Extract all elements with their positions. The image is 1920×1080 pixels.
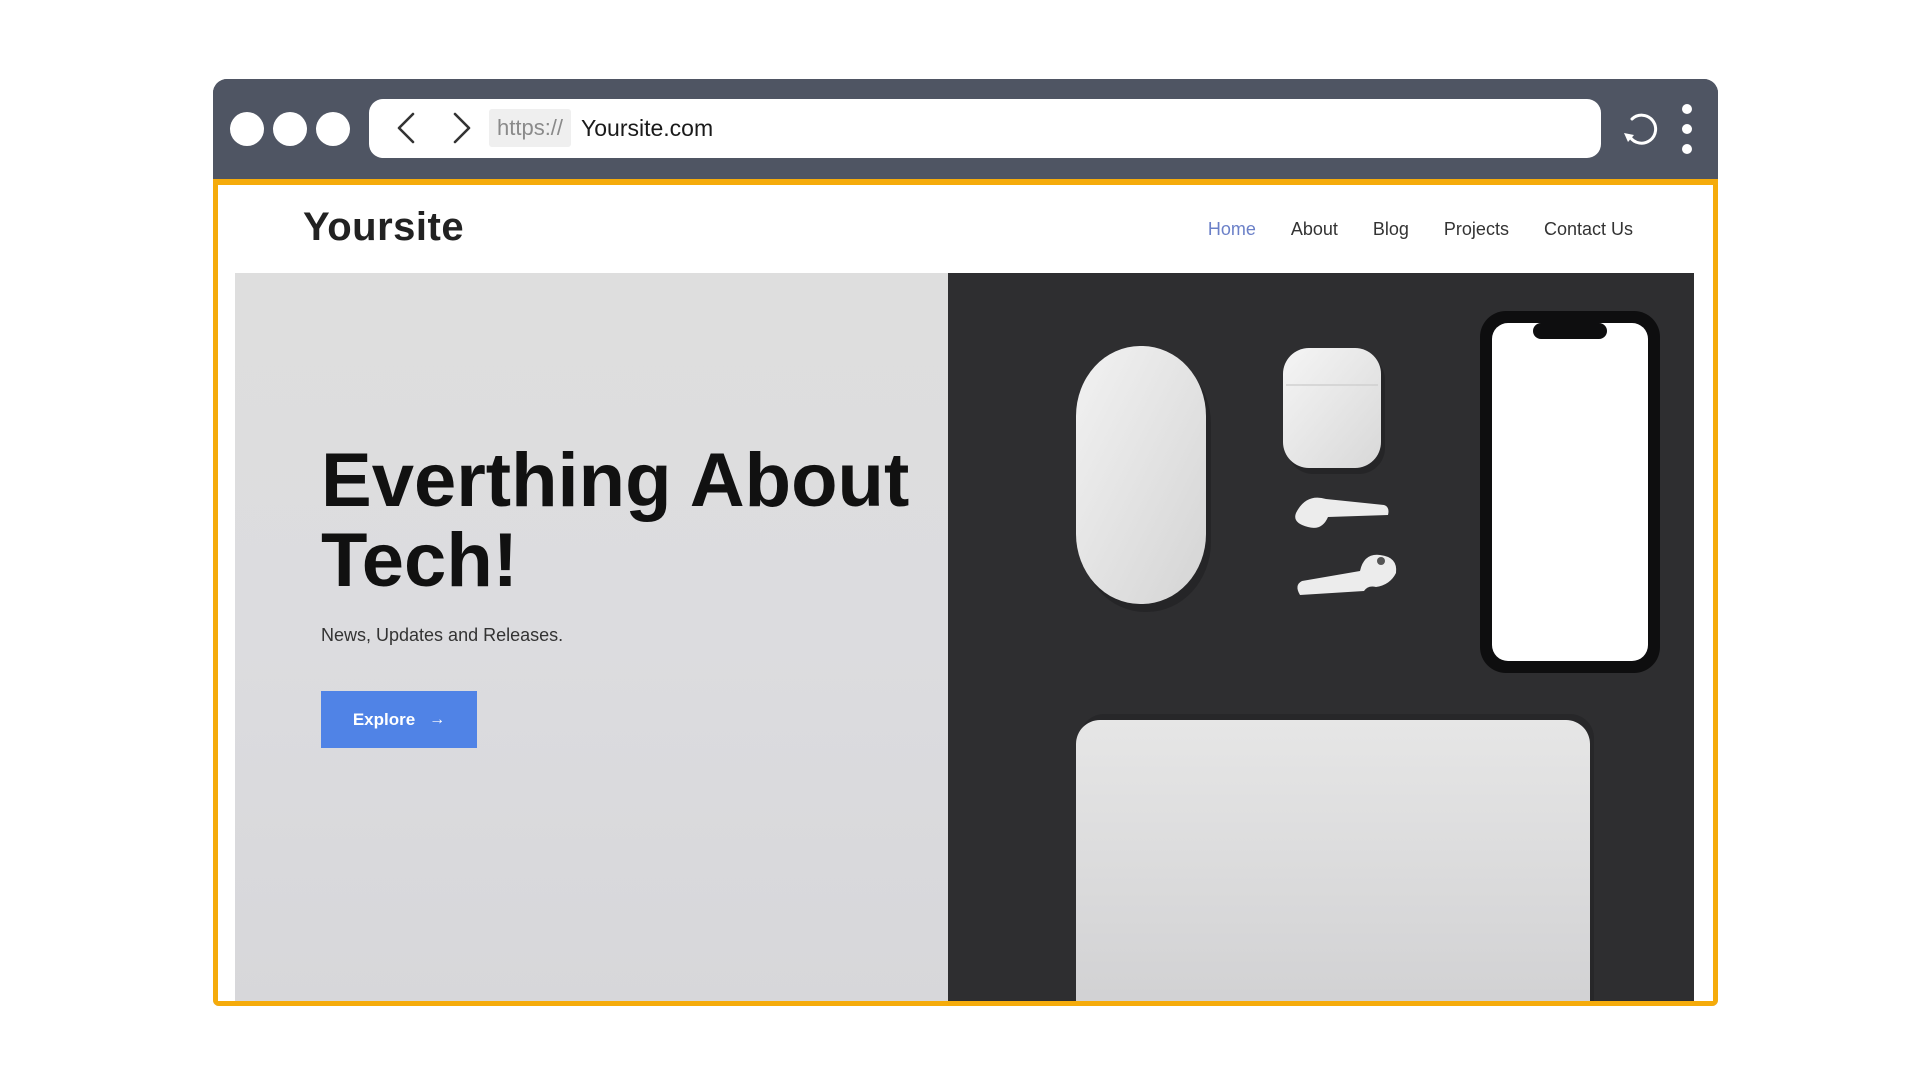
window-close-dot[interactable]	[230, 112, 264, 146]
hero-title-line2: Tech!	[321, 518, 519, 603]
hero-title-line1: Everthing About	[321, 438, 910, 523]
back-icon[interactable]	[389, 110, 425, 146]
main-nav: Home About Blog Projects Contact Us	[1208, 219, 1633, 240]
phone-illustration	[1480, 311, 1660, 673]
site-logo[interactable]: Yoursite	[303, 205, 464, 250]
explore-button[interactable]: Explore →	[321, 691, 477, 748]
hero-title: Everthing About Tech!	[321, 441, 941, 601]
arrow-right-icon: →	[429, 710, 446, 728]
url-domain[interactable]: Yoursite.com	[581, 109, 713, 147]
nav-about[interactable]: About	[1291, 219, 1338, 240]
forward-icon[interactable]	[443, 110, 479, 146]
hero-image	[948, 273, 1694, 1001]
nav-blog[interactable]: Blog	[1373, 219, 1409, 240]
earbuds-case-illustration	[1283, 348, 1385, 474]
reload-icon[interactable]	[1618, 107, 1664, 153]
browser-toolbar: https:// Yoursite.com	[213, 79, 1718, 181]
browser-window: https:// Yoursite.com Yoursite Home Abou…	[213, 79, 1718, 1006]
explore-button-label: Explore	[352, 709, 416, 729]
url-protocol: https://	[489, 109, 572, 147]
site-header: Yoursite Home About Blog Projects Contac…	[218, 185, 1713, 273]
tech-devices-photo	[948, 273, 1694, 1001]
page-viewport: Yoursite Home About Blog Projects Contac…	[213, 179, 1718, 1006]
nav-contact-us[interactable]: Contact Us	[1544, 219, 1633, 240]
nav-home[interactable]: Home	[1208, 219, 1256, 240]
window-maximize-dot[interactable]	[316, 112, 350, 146]
mouse-illustration	[1076, 346, 1211, 612]
address-bar[interactable]: https:// Yoursite.com	[369, 99, 1601, 158]
more-vertical-icon[interactable]	[1679, 101, 1695, 157]
nav-projects[interactable]: Projects	[1444, 219, 1509, 240]
hero-text-panel: Everthing About Tech! News, Updates and …	[235, 273, 948, 1001]
window-minimize-dot[interactable]	[273, 112, 307, 146]
hero-subtitle: News, Updates and Releases.	[321, 625, 564, 645]
laptop-illustration	[1076, 714, 1594, 1001]
